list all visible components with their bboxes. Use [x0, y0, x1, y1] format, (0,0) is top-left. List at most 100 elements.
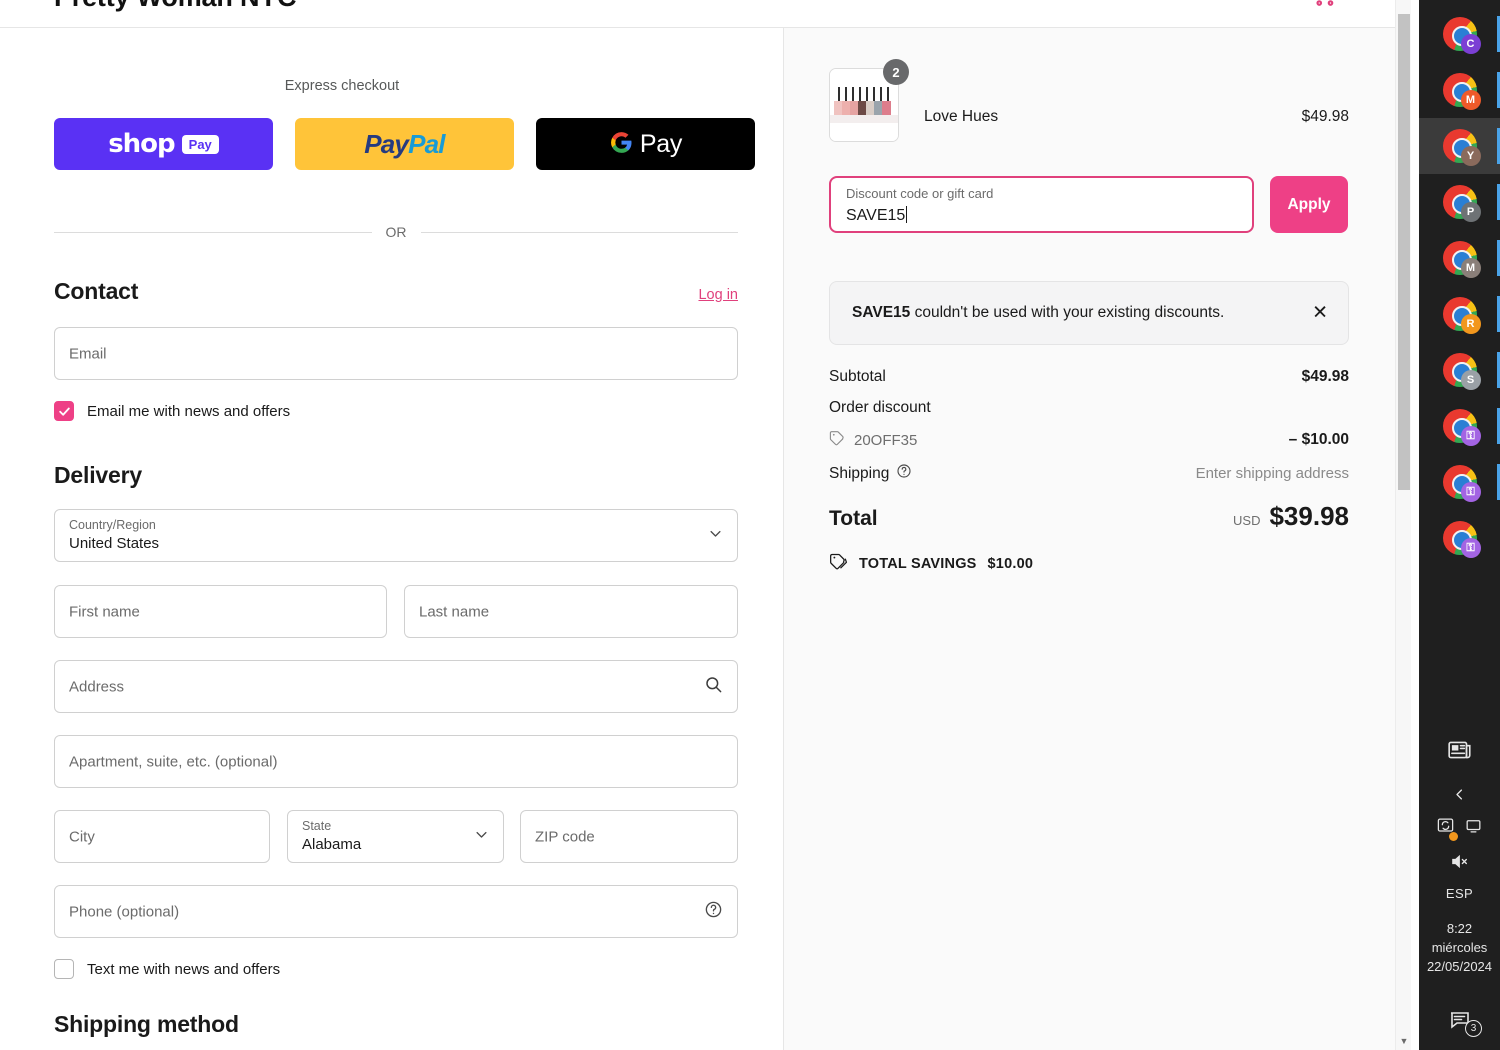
email-field[interactable]: Email	[54, 327, 738, 380]
first-name-field[interactable]: First name	[54, 585, 387, 638]
taskbar-item-chrome-profile-m2[interactable]: M	[1419, 230, 1500, 286]
chevron-down-icon	[474, 827, 489, 847]
applied-discount-code: 20OFF35	[854, 431, 918, 449]
google-g-icon	[609, 130, 634, 158]
shopping-cart-icon[interactable]	[1308, 0, 1338, 8]
shop-pay-pill: Pay	[181, 134, 219, 154]
sms-marketing-checkbox[interactable]	[54, 959, 74, 979]
total-amount: $39.98	[1269, 501, 1349, 531]
cart-line-item: 2 Love Hues $49.98	[829, 59, 1349, 144]
profile-badge-m: M	[1460, 90, 1481, 110]
taskbar-item-chrome-profile-p[interactable]: P	[1419, 174, 1500, 230]
taskbar-item-chrome-profile-c[interactable]: C	[1419, 6, 1500, 62]
taskbar-item-chrome-profile-s[interactable]: S	[1419, 342, 1500, 398]
last-name-field[interactable]: Last name	[404, 585, 738, 638]
page-scrollbar[interactable]: ▼	[1395, 0, 1411, 1050]
order-discount-label: Order discount	[829, 399, 931, 416]
address-field[interactable]: Address	[54, 660, 738, 713]
or-divider: OR	[54, 224, 738, 240]
discount-error-banner: SAVE15 couldn't be used with your existi…	[829, 281, 1349, 345]
apartment-field[interactable]: Apartment, suite, etc. (optional)	[54, 735, 738, 788]
language-indicator[interactable]: ESP	[1419, 877, 1500, 909]
chrome-icon: C	[1442, 17, 1481, 54]
clock-date: 22/05/2024	[1426, 959, 1493, 974]
total-currency: USD	[1233, 513, 1261, 528]
taskbar-item-chrome-incognito-1[interactable]: ⚿	[1419, 398, 1500, 454]
zip-code-field[interactable]: ZIP code	[520, 810, 738, 863]
discount-code-value: SAVE15	[846, 207, 906, 224]
order-totals: Subtotal $49.98 Order discount 20OFF35 –…	[829, 368, 1349, 576]
apply-discount-button[interactable]: Apply	[1270, 176, 1348, 233]
clock-time: 8:22	[1446, 921, 1473, 936]
scrollbar-thumb[interactable]	[1398, 14, 1410, 490]
chrome-icon: ⚿	[1442, 465, 1481, 502]
close-icon[interactable]: ✕	[1312, 304, 1328, 323]
taskbar-item-chrome-profile-r[interactable]: R	[1419, 286, 1500, 342]
profile-badge-p: P	[1460, 202, 1481, 222]
chrome-icon: ⚿	[1442, 409, 1481, 446]
city-placeholder: City	[69, 828, 95, 845]
total-savings-amount: $10.00	[987, 556, 1034, 572]
email-marketing-checkbox[interactable]	[54, 401, 74, 421]
taskbar-item-chrome-profile-y[interactable]: Y	[1419, 118, 1500, 174]
total-label: Total	[829, 507, 878, 530]
taskbar-clock[interactable]: 8:22 miércoles 22/05/2024	[1419, 909, 1500, 990]
quantity-badge: 2	[883, 59, 909, 85]
profile-badge-c: C	[1460, 34, 1481, 54]
shop-pay-wordmark: shop	[108, 129, 175, 159]
help-circle-icon[interactable]	[896, 463, 912, 484]
help-circle-icon[interactable]	[704, 900, 723, 924]
city-field[interactable]: City	[54, 810, 270, 863]
subtotal-value: $49.98	[1301, 368, 1349, 385]
chevron-left-icon[interactable]	[1419, 777, 1500, 811]
chrome-icon: Y	[1442, 129, 1481, 166]
sms-marketing-optin[interactable]: Text me with news and offers	[54, 959, 280, 979]
checkout-form-column: Express checkout shop Pay PayPal Pay OR …	[0, 28, 783, 1050]
google-pay-wordmark: Pay	[639, 129, 683, 158]
profile-badge-y: Y	[1460, 146, 1481, 166]
shop-pay-button[interactable]: shop Pay	[54, 118, 273, 170]
sms-marketing-label: Text me with news and offers	[87, 960, 281, 978]
tag-savings-icon	[829, 552, 848, 576]
taskbar-item-chrome-incognito-2[interactable]: ⚿	[1419, 454, 1500, 510]
contact-header: Contact Log in	[54, 278, 738, 305]
scroll-down-arrow-icon[interactable]: ▼	[1396, 1037, 1412, 1046]
taskbar-system-tray: ESP 8:22 miércoles 22/05/2024 3	[1419, 723, 1500, 1050]
profile-badge-r: R	[1460, 314, 1481, 334]
google-pay-button[interactable]: Pay	[536, 118, 755, 170]
state-select[interactable]: State Alabama	[287, 810, 504, 863]
apartment-placeholder: Apartment, suite, etc. (optional)	[69, 753, 278, 770]
country-region-value: United States	[69, 535, 160, 552]
paypal-wordmark-pal: Pal	[408, 128, 445, 159]
display-icon[interactable]	[1464, 816, 1483, 840]
notifications-icon[interactable]: 3	[1419, 990, 1500, 1050]
text-caret	[906, 206, 908, 223]
product-name: Love Hues	[924, 108, 999, 125]
shipping-method-heading: Shipping method	[54, 1011, 239, 1037]
search-icon[interactable]	[704, 675, 723, 699]
email-marketing-optin[interactable]: Email me with news and offers	[54, 401, 290, 421]
news-widget-icon[interactable]	[1419, 723, 1500, 777]
address-placeholder: Address	[69, 678, 125, 695]
paypal-button[interactable]: PayPal	[295, 118, 514, 170]
discount-code-row: Discount code or gift card SAVE15 Apply	[829, 176, 1349, 233]
log-in-link[interactable]: Log in	[698, 287, 738, 303]
taskbar-item-chrome-profile-m[interactable]: M	[1419, 62, 1500, 118]
sync-warning-icon[interactable]	[1436, 816, 1458, 841]
total-savings-label: TOTAL SAVINGS	[859, 556, 977, 572]
country-region-select[interactable]: Country/Region United States	[54, 509, 738, 562]
chevron-down-icon	[708, 526, 723, 546]
taskbar-item-chrome-incognito-3[interactable]: ⚿	[1419, 510, 1500, 566]
total-row: Total USD $39.98	[829, 501, 1349, 532]
total-savings-row: TOTAL SAVINGS $10.00	[829, 552, 1349, 576]
volume-muted-icon[interactable]	[1419, 845, 1500, 877]
windows-taskbar: C M Y P M R S ⚿ ⚿ ⚿ ESP 8:22 miércoles 2…	[1419, 0, 1500, 1050]
discount-code-input[interactable]: Discount code or gift card SAVE15	[829, 176, 1254, 233]
applied-discount-row: 20OFF35 – $10.00	[829, 430, 1349, 450]
zip-code-placeholder: ZIP code	[535, 828, 595, 845]
first-name-placeholder: First name	[69, 603, 140, 620]
phone-field[interactable]: Phone (optional)	[54, 885, 738, 938]
chrome-icon: M	[1442, 241, 1481, 278]
delivery-heading: Delivery	[54, 462, 142, 488]
divider-line-right	[420, 231, 738, 233]
